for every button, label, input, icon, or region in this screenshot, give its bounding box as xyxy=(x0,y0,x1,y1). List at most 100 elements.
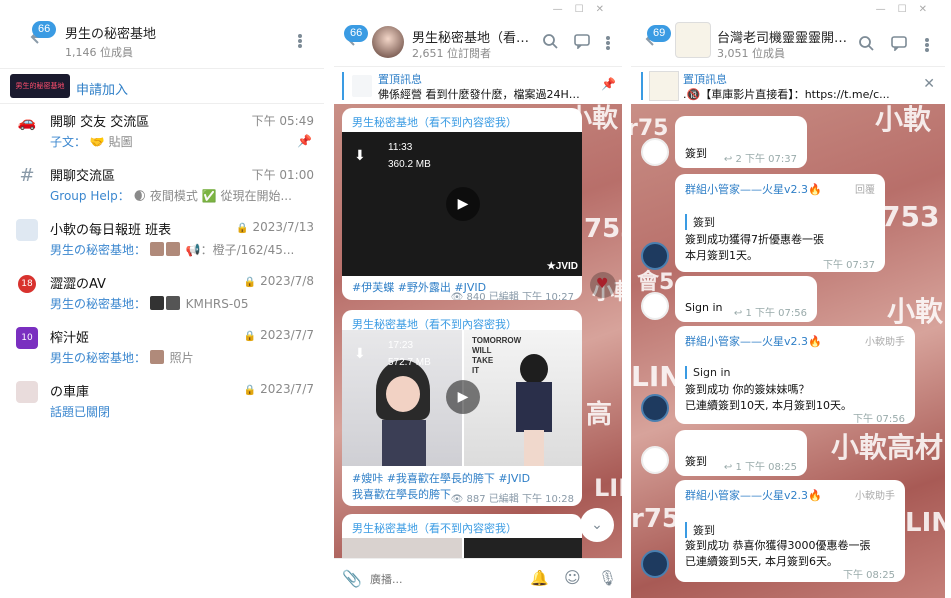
reply-count: 2 xyxy=(735,154,742,165)
message-bubble[interactable]: Sign in ↩ 1 下午 07:56 xyxy=(675,276,817,322)
topic-item[interactable]: # 開聊交流區 下午 01:00 Group Help： 🌒 夜間模式 ✅ 從現… xyxy=(0,156,324,210)
topic-time: 🔒 2023/7/8 xyxy=(243,274,314,288)
video-duration: 17:23 xyxy=(388,340,414,351)
play-icon[interactable]: ▶ xyxy=(446,380,480,414)
topic-time: 🔒 2023/7/13 xyxy=(236,220,314,234)
join-request-bar: 男生的秘密基地 申請加入 xyxy=(0,68,324,104)
pin-list-icon[interactable]: 📌 xyxy=(601,77,616,91)
user-avatar[interactable] xyxy=(641,446,669,474)
download-icon[interactable]: ⬇ xyxy=(354,148,366,164)
post-author[interactable]: 男生秘密基地（看不到內容密我） xyxy=(352,114,517,130)
watermark-text: r75 xyxy=(631,116,669,141)
group-banner-thumbnail: 男生的秘密基地 xyxy=(10,74,70,98)
bell-icon[interactable]: 🔔 xyxy=(530,569,549,587)
preview-text: 🤝 貼圖 xyxy=(89,135,133,149)
topic-item[interactable]: 小軟の每日報班 班表 🔒 2023/7/13 男生の秘密基地： 📢：橙子/162/… xyxy=(0,210,324,264)
watermark-text: LIN xyxy=(594,474,622,502)
video-duration: 11:33 xyxy=(388,142,413,153)
bot-avatar[interactable] xyxy=(641,242,669,270)
channel-post[interactable]: 男生秘密基地（看不到內容密我） ⬇ 11:33 360.2 MB ▶ ★JVID… xyxy=(342,108,582,300)
pinned-label: 置頂訊息 xyxy=(683,73,727,86)
topic-preview: 子文： 🤝 貼圖 xyxy=(50,133,315,150)
quoted-message[interactable]: 簽到 xyxy=(685,522,715,538)
video-thumbnail[interactable]: ⬇ 11:33 360.2 MB ▶ ★JVID xyxy=(342,132,582,276)
message-bubble[interactable]: 群組小管家——火星v2.3🔥 小軟助手 簽到 簽到成功 恭喜你獲得3000優惠卷… xyxy=(675,480,905,582)
broadcast-input[interactable] xyxy=(370,569,520,589)
reply-count: 1 xyxy=(735,462,742,473)
channel-avatar[interactable] xyxy=(372,26,404,58)
more-menu-icon[interactable] xyxy=(604,33,612,53)
pinned-text: 佛係經營 看到什麼發什麼，檔案過24H刪... xyxy=(378,88,588,101)
group-avatar[interactable] xyxy=(675,22,711,58)
more-menu-icon[interactable] xyxy=(923,35,931,55)
preview-sender: 男生の秘密基地： xyxy=(50,351,147,365)
preview-text: 話題已關閉 xyxy=(50,405,111,419)
post-author[interactable]: 男生秘密基地（看不到內容密我） xyxy=(352,520,517,536)
group-header: —☐✕ 69 台灣老司機靈靈靈開聊群 3,051 位成員 xyxy=(631,0,945,66)
topic-item[interactable]: 18 澀澀のAV 🔒 2023/7/8 男生の秘密基地： KMHRS-05 xyxy=(0,264,324,318)
sender-role: 小軟助手 xyxy=(855,491,895,502)
message-bubble[interactable]: 群組小管家——火星v2.3🔥 回覆 簽到 簽到成功獲得7折優惠卷一張 本月簽到1… xyxy=(675,174,885,272)
group-chat-panel: —☐✕ 69 台灣老司機靈靈靈開聊群 3,051 位成員 置頂訊息 .🔞【車庫影… xyxy=(631,0,945,598)
topic-time: 下午 01:00 xyxy=(251,168,314,182)
search-icon[interactable] xyxy=(540,33,560,53)
channel-panel: —☐✕ 66 男生秘密基地（看不到內... 2,651 位訂閱者 置頂訊息 佛係… xyxy=(334,0,622,598)
message-bubble[interactable]: 簽到 ↩ 2 下午 07:37 xyxy=(675,116,807,168)
thumbnail-caption-icon: TOMORROW WILL TAKE IT xyxy=(472,336,522,375)
unread-badge: 66 xyxy=(344,25,369,42)
emoji-icon[interactable]: ☺ xyxy=(564,568,581,587)
quoted-message[interactable]: Sign in xyxy=(685,366,731,379)
sender-name[interactable]: 群組小管家——火星v2.3🔥 xyxy=(685,333,822,349)
message-bubble[interactable]: 群組小管家——火星v2.3🔥 小軟助手 Sign in 簽到成功 你的簽妹妹嗎？… xyxy=(675,326,915,425)
lock-icon: 🔒 xyxy=(236,223,249,234)
comments-icon[interactable] xyxy=(572,33,592,53)
18-badge-icon: 18 xyxy=(18,275,36,293)
message-bubble[interactable]: 簽到 ↩ 1 下午 08:25 xyxy=(675,430,807,476)
sender-role: 小軟助手 xyxy=(865,337,905,348)
user-avatar[interactable] xyxy=(641,292,669,320)
post-meta: 👁 887 已編輯 下午 10:28 xyxy=(450,494,574,505)
pinned-message-bar[interactable]: 置頂訊息 .🔞【車庫影片直接看】：https://t.me/c... ✕ xyxy=(631,66,945,104)
topic-item[interactable]: 🚗 開聊 交友 交流區 下午 05:49 子文： 🤝 貼圖 📌 xyxy=(0,102,324,156)
video-thumbnail[interactable]: TOMORROW WILL TAKE IT xyxy=(464,330,582,466)
sender-name[interactable]: 群組小管家——火星v2.3🔥 xyxy=(685,181,822,197)
bot-avatar[interactable] xyxy=(641,394,669,422)
message-time: 下午 08:25 xyxy=(745,462,797,473)
chat-background: 小軟 r75 753 會5 小軟 LIN 小軟高材 r75 LIN 簽到 ↩ 2… xyxy=(631,104,945,598)
video-thumbnail[interactable]: ⬇ 17:23 572.7 MB xyxy=(342,330,462,466)
channel-post[interactable]: 男生秘密基地（看不到內容密我） ⬇ 17:23 572.7 MB TOMORRO… xyxy=(342,310,582,506)
topic-avatar-icon xyxy=(16,219,38,241)
window-controls-icon[interactable]: —☐✕ xyxy=(876,4,939,15)
post-caption: 我喜歡在學長的胯下 xyxy=(352,488,451,501)
microphone-icon[interactable]: 🎙 xyxy=(598,569,617,587)
bot-avatar[interactable] xyxy=(641,550,669,578)
quoted-message[interactable]: 簽到 xyxy=(685,214,715,230)
pinned-message-bar[interactable]: 置頂訊息 佛係經營 看到什麼發什麼，檔案過24H刪... 📌 xyxy=(334,66,622,104)
message-meta: ↩ 2 下午 07:37 xyxy=(723,154,797,165)
share-button[interactable] xyxy=(590,272,616,298)
scroll-down-button[interactable]: ⌄ xyxy=(580,508,614,542)
more-menu-icon[interactable] xyxy=(296,31,304,51)
topic-avatar-icon: 10 xyxy=(16,327,38,349)
message-text: 簽到 xyxy=(685,147,707,160)
user-avatar[interactable] xyxy=(641,138,669,166)
unread-badge: 69 xyxy=(647,25,672,42)
sender-name[interactable]: 群組小管家——火星v2.3🔥 xyxy=(685,487,822,503)
comments-icon[interactable] xyxy=(889,35,909,55)
message-time: 下午 08:25 xyxy=(843,570,895,581)
topic-item[interactable]: の車庫 🔒 2023/7/7 話題已關閉 xyxy=(0,372,324,426)
request-join-button[interactable]: 申請加入 xyxy=(76,79,128,98)
post-tags[interactable]: #嫂咔 #我喜歡在學長的胯下 #JVID xyxy=(352,470,530,486)
message-text: 簽到成功 恭喜你獲得3000優惠卷一張 xyxy=(685,539,871,552)
preview-text: 📢：橙子/162/45... xyxy=(185,243,295,257)
topic-title: 小軟の每日報班 班表 xyxy=(50,223,172,238)
search-icon[interactable] xyxy=(856,35,876,55)
message-time: 下午 07:56 xyxy=(853,414,905,425)
window-controls-icon[interactable]: —☐✕ xyxy=(553,4,616,15)
download-icon[interactable]: ⬇ xyxy=(354,346,366,362)
close-icon[interactable]: ✕ xyxy=(923,76,935,92)
play-icon[interactable]: ▶ xyxy=(446,187,480,221)
topic-item[interactable]: 10 榨汁姬 🔒 2023/7/7 男生の秘密基地： 照片 xyxy=(0,318,324,372)
lock-icon: 🔒 xyxy=(243,277,257,288)
attach-icon[interactable]: 📎 xyxy=(342,569,362,588)
